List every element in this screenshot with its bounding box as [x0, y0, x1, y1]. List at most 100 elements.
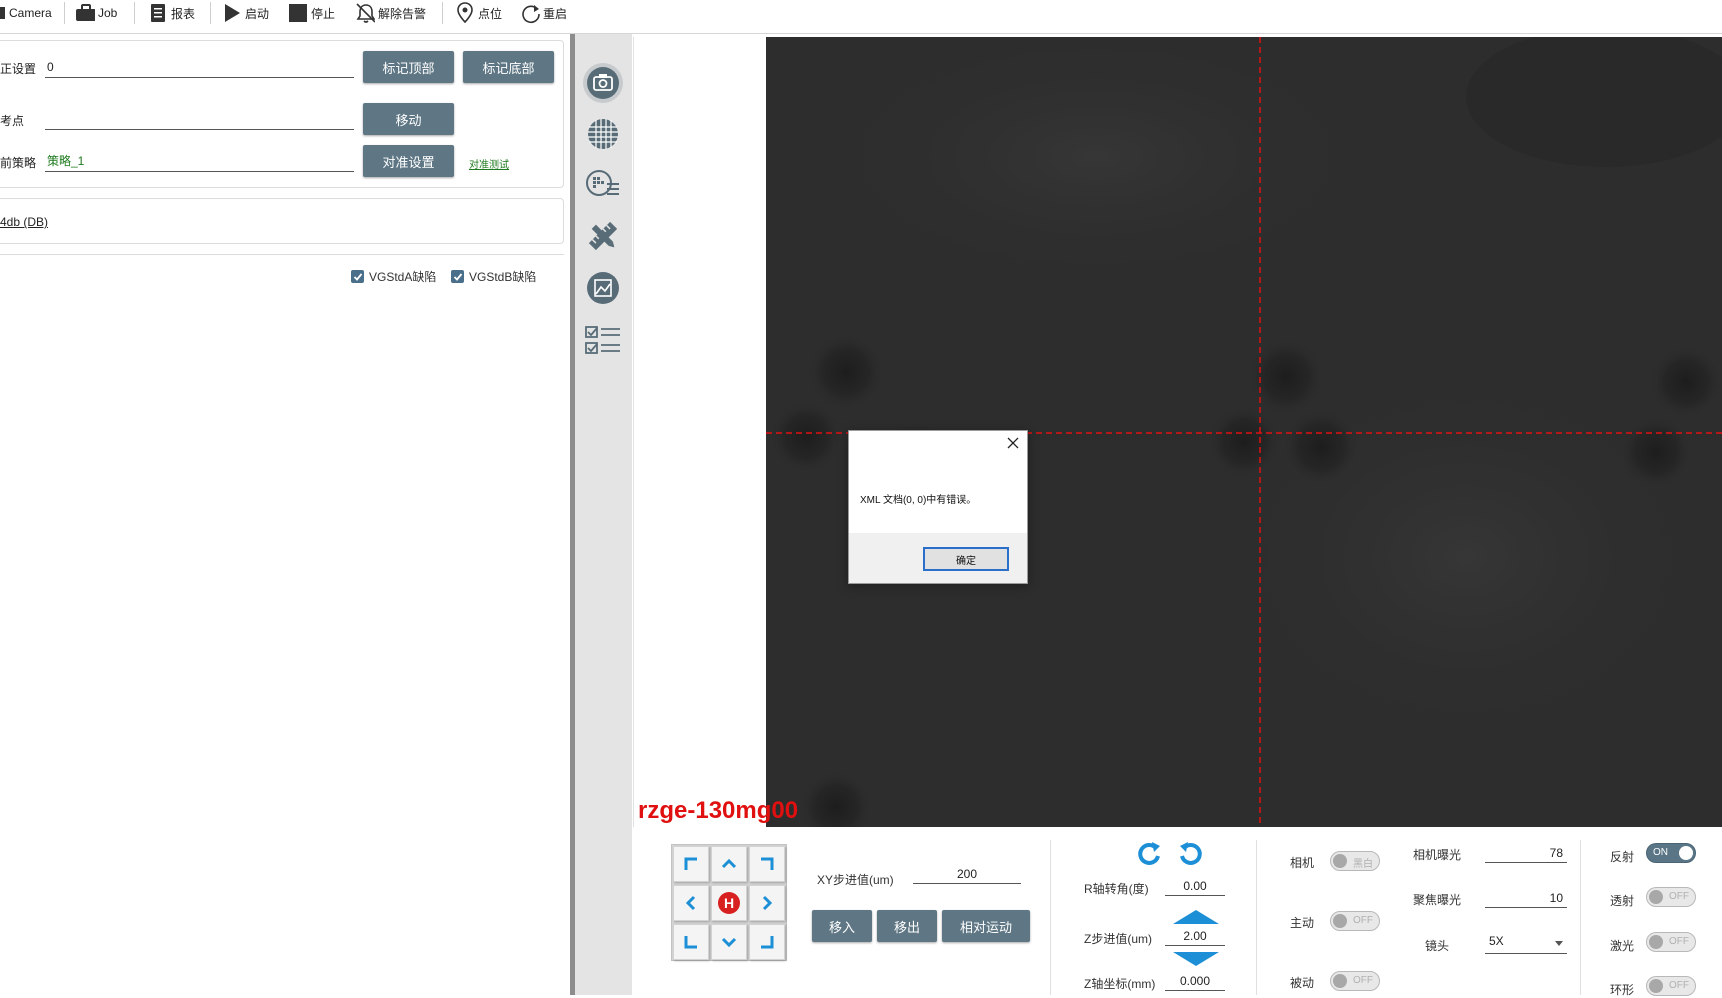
- z-step-label: Z步进值(um): [1084, 932, 1152, 946]
- setting-input[interactable]: [45, 56, 354, 78]
- corner-up-right-icon: [761, 857, 774, 870]
- dialog-ok-button[interactable]: 确定: [923, 547, 1009, 571]
- passive-toggle-text: OFF: [1353, 975, 1373, 986]
- job-toolbar-label: Job: [98, 6, 118, 20]
- grid-globe-icon: [588, 119, 618, 149]
- ring-toggle[interactable]: OFF: [1646, 976, 1696, 996]
- bell-off-icon: [355, 2, 375, 24]
- jog-up-left-button[interactable]: [673, 846, 709, 882]
- toggle-knob: [1333, 974, 1347, 988]
- report-toolbar-button[interactable]: 报表: [148, 0, 195, 26]
- location-pin-icon: [455, 2, 475, 24]
- defect-a-label: VGStdA缺陷: [369, 270, 437, 284]
- report-icon: [148, 2, 168, 24]
- camera-icon: [0, 2, 6, 24]
- map-list-rail-button[interactable]: [583, 164, 623, 204]
- active-toggle[interactable]: OFF: [1330, 911, 1380, 931]
- alignment-settings-button[interactable]: 对准设置: [363, 145, 454, 177]
- start-toolbar-button[interactable]: 启动: [222, 0, 269, 26]
- wafer-map-rail-button[interactable]: [583, 114, 623, 154]
- toggle-knob: [1333, 914, 1347, 928]
- reference-point-input[interactable]: [45, 108, 354, 130]
- camera-exposure-label: 相机曝光: [1413, 848, 1462, 862]
- z-coord-input[interactable]: [1165, 971, 1225, 991]
- active-label: 主动: [1290, 916, 1315, 930]
- jog-down-right-button[interactable]: [749, 924, 785, 960]
- reflect-toggle[interactable]: ON: [1646, 843, 1696, 863]
- camera-exposure-input[interactable]: [1485, 843, 1567, 863]
- mark-top-button[interactable]: 标记顶部: [363, 51, 454, 83]
- section-divider: [0, 254, 564, 255]
- corner-down-left-icon: [684, 936, 697, 949]
- strategy-label: 前策略: [0, 156, 37, 170]
- job-toolbar-button[interactable]: Job: [75, 0, 117, 26]
- xy-step-label: XY步进值(um): [817, 873, 894, 887]
- jog-pad: H: [671, 844, 787, 961]
- control-divider: [1050, 840, 1051, 995]
- camera-mode-label: 相机: [1290, 856, 1315, 870]
- defect-b-checkbox[interactable]: VGStdB缺陷: [451, 268, 536, 285]
- toggle-knob: [1649, 890, 1663, 904]
- globe-list-icon: [586, 170, 619, 196]
- image-frame-icon: [587, 272, 619, 304]
- z-step-input[interactable]: [1165, 926, 1225, 946]
- toggle-knob: [1649, 979, 1663, 993]
- jog-up-right-button[interactable]: [749, 846, 785, 882]
- dialog-close-button[interactable]: [1005, 435, 1021, 451]
- chevron-right-icon: [762, 895, 773, 911]
- r-angle-input[interactable]: [1165, 876, 1225, 896]
- jog-down-button[interactable]: [711, 924, 747, 960]
- strategy-input[interactable]: [45, 150, 354, 172]
- close-icon: [1007, 437, 1019, 449]
- jog-right-button[interactable]: [749, 885, 785, 921]
- triangle-up-icon: [1173, 910, 1219, 924]
- move-out-button[interactable]: 移出: [877, 910, 937, 942]
- measure-rail-button[interactable]: [583, 216, 623, 256]
- stop-icon: [288, 2, 308, 24]
- camera-mode-toggle[interactable]: 黑白: [1330, 851, 1380, 871]
- control-divider: [1580, 840, 1581, 995]
- lens-select[interactable]: 5X: [1485, 934, 1567, 954]
- jog-down-left-button[interactable]: [673, 924, 709, 960]
- jog-left-button[interactable]: [673, 885, 709, 921]
- clear-alarm-toolbar-button[interactable]: 解除告警: [355, 0, 426, 26]
- rotate-cw-button[interactable]: [1176, 840, 1204, 868]
- z-down-button[interactable]: [1171, 950, 1221, 968]
- transmit-toggle[interactable]: OFF: [1646, 887, 1696, 907]
- relative-motion-button[interactable]: 相对运动: [942, 910, 1030, 942]
- checklist-rail-button[interactable]: [583, 320, 623, 360]
- dialog-message: XML 文档(0, 0)中有错误。: [860, 495, 977, 506]
- stop-toolbar-button[interactable]: 停止: [288, 0, 335, 26]
- mark-bottom-button[interactable]: 标记底部: [463, 51, 554, 83]
- jog-up-button[interactable]: [711, 846, 747, 882]
- passive-toggle[interactable]: OFF: [1330, 971, 1380, 991]
- jog-home-button[interactable]: H: [711, 885, 747, 921]
- chevron-down-icon: [721, 937, 737, 948]
- image-rail-button[interactable]: [583, 268, 623, 308]
- focus-exposure-input[interactable]: [1485, 888, 1567, 908]
- transmit-toggle-text: OFF: [1669, 891, 1689, 902]
- laser-toggle-text: OFF: [1669, 936, 1689, 947]
- rotate-right-icon: [1180, 842, 1202, 865]
- icon-rail: [575, 34, 632, 995]
- camera-view-rail-button[interactable]: [583, 63, 623, 103]
- move-button[interactable]: 移动: [363, 103, 454, 135]
- defect-a-checkbox[interactable]: VGStdA缺陷: [351, 268, 436, 285]
- position-toolbar-button[interactable]: 点位: [455, 0, 502, 26]
- rotate-ccw-button[interactable]: [1136, 840, 1164, 868]
- briefcase-icon: [75, 2, 95, 24]
- restart-toolbar-label: 重启: [543, 6, 568, 21]
- toolbar-divider: [134, 2, 135, 24]
- z-up-button[interactable]: [1171, 908, 1221, 926]
- start-toolbar-label: 启动: [245, 6, 270, 21]
- database-label[interactable]: 4db (DB): [0, 215, 48, 229]
- camera-toolbar-button[interactable]: Camera: [0, 0, 52, 26]
- move-in-button[interactable]: 移入: [812, 910, 872, 942]
- laser-toggle[interactable]: OFF: [1646, 932, 1696, 952]
- alignment-test-link[interactable]: 对准测试: [469, 156, 509, 171]
- restart-toolbar-button[interactable]: 重启: [520, 0, 567, 26]
- stop-toolbar-label: 停止: [311, 6, 336, 21]
- laser-label: 激光: [1610, 939, 1635, 953]
- xy-step-input[interactable]: [913, 864, 1021, 884]
- camera-toolbar-label: Camera: [9, 6, 52, 20]
